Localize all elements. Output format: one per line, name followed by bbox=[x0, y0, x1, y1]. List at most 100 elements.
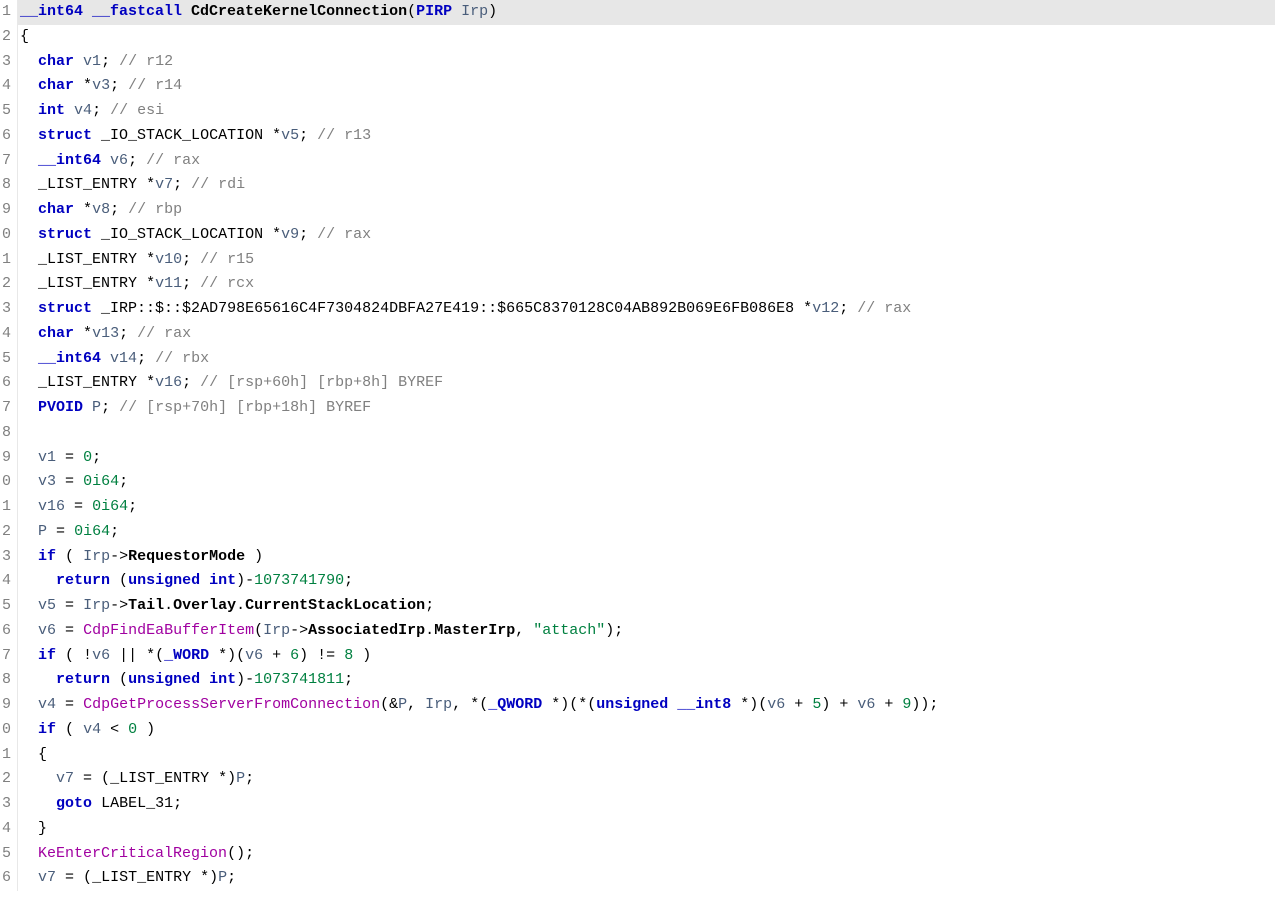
token-punct: *)( bbox=[209, 647, 245, 664]
token-punct: = ( bbox=[74, 770, 110, 787]
token-punct: ; bbox=[119, 325, 137, 342]
token-var: v6 bbox=[92, 647, 110, 664]
token-plain: _IO_STACK_LOCATION bbox=[101, 127, 272, 144]
token-plain bbox=[20, 152, 38, 169]
code-line[interactable]: struct _IRP::$::$2AD798E65616C4F7304824D… bbox=[18, 297, 1275, 322]
token-comment: // rax bbox=[857, 300, 911, 317]
code-line[interactable]: v5 = Irp->Tail.Overlay.CurrentStackLocat… bbox=[18, 594, 1275, 619]
code-line[interactable]: int v4; // esi bbox=[18, 99, 1275, 124]
code-line[interactable]: P = 0i64; bbox=[18, 520, 1275, 545]
code-line[interactable]: { bbox=[18, 743, 1275, 768]
token-var: v16 bbox=[38, 498, 65, 515]
token-num: 0i64 bbox=[74, 523, 110, 540]
token-var: v11 bbox=[155, 275, 182, 292]
code-line[interactable]: _LIST_ENTRY *v10; // r15 bbox=[18, 248, 1275, 273]
token-punct: ; bbox=[101, 53, 119, 70]
code-editor[interactable]: __int64 __fastcall CdCreateKernelConnect… bbox=[18, 0, 1275, 891]
code-line[interactable]: KeEnterCriticalRegion(); bbox=[18, 842, 1275, 867]
line-number: 4 bbox=[0, 817, 13, 842]
code-line[interactable]: __int64 v14; // rbx bbox=[18, 347, 1275, 372]
line-number: 3 bbox=[0, 297, 13, 322]
token-kw: return bbox=[56, 671, 110, 688]
code-line[interactable]: __int64 __fastcall CdCreateKernelConnect… bbox=[18, 0, 1275, 25]
token-punct: ( bbox=[110, 671, 128, 688]
token-comment: // r12 bbox=[119, 53, 173, 70]
token-var: v4 bbox=[38, 696, 56, 713]
token-comment: // r13 bbox=[317, 127, 371, 144]
token-plain bbox=[20, 251, 38, 268]
code-line[interactable]: v3 = 0i64; bbox=[18, 470, 1275, 495]
code-line[interactable]: v4 = CdpGetProcessServerFromConnection(&… bbox=[18, 693, 1275, 718]
code-line[interactable]: { bbox=[18, 25, 1275, 50]
line-number: 2 bbox=[0, 25, 13, 50]
line-number-gutter: 123456789012345678901234567890123456 bbox=[0, 0, 18, 891]
code-line[interactable]: __int64 v6; // rax bbox=[18, 149, 1275, 174]
token-plain bbox=[92, 795, 101, 812]
line-number: 3 bbox=[0, 545, 13, 570]
token-var: v4 bbox=[74, 102, 92, 119]
line-number: 5 bbox=[0, 347, 13, 372]
token-plain bbox=[20, 226, 38, 243]
token-comment: // r14 bbox=[128, 77, 182, 94]
token-punct: } bbox=[20, 820, 47, 837]
token-var: v7 bbox=[155, 176, 173, 193]
code-line[interactable]: goto LABEL_31; bbox=[18, 792, 1275, 817]
token-num: 0 bbox=[83, 449, 92, 466]
token-kw: unsigned int bbox=[128, 572, 236, 589]
line-number: 0 bbox=[0, 470, 13, 495]
token-punct: ) bbox=[236, 572, 245, 589]
token-punct: ( bbox=[110, 572, 128, 589]
code-line[interactable]: struct _IO_STACK_LOCATION *v9; // rax bbox=[18, 223, 1275, 248]
code-line[interactable]: v7 = (_LIST_ENTRY *)P; bbox=[18, 767, 1275, 792]
token-var: Irp bbox=[461, 3, 488, 20]
code-line[interactable]: char *v8; // rbp bbox=[18, 198, 1275, 223]
line-number: 1 bbox=[0, 0, 13, 25]
line-number: 1 bbox=[0, 743, 13, 768]
token-num: 0i64 bbox=[83, 473, 119, 490]
token-kw: __int64 __fastcall bbox=[20, 3, 191, 20]
token-punct: ( ! bbox=[56, 647, 92, 664]
code-line[interactable]: _LIST_ENTRY *v7; // rdi bbox=[18, 173, 1275, 198]
token-punct: ; bbox=[299, 127, 317, 144]
token-punct: ; bbox=[128, 498, 137, 515]
token-kw: _WORD bbox=[164, 647, 209, 664]
token-kw: __int64 bbox=[38, 350, 110, 367]
token-punct: = bbox=[56, 696, 83, 713]
code-line[interactable]: v16 = 0i64; bbox=[18, 495, 1275, 520]
code-line[interactable]: v1 = 0; bbox=[18, 446, 1275, 471]
token-punct: ; bbox=[299, 226, 317, 243]
code-line[interactable]: if ( !v6 || *(_WORD *)(v6 + 6) != 8 ) bbox=[18, 644, 1275, 669]
line-number: 4 bbox=[0, 322, 13, 347]
token-plain bbox=[20, 869, 38, 886]
code-line[interactable]: _LIST_ENTRY *v11; // rcx bbox=[18, 272, 1275, 297]
token-punct: * bbox=[272, 226, 281, 243]
token-punct: *)(*( bbox=[542, 696, 596, 713]
code-line[interactable]: char *v13; // rax bbox=[18, 322, 1275, 347]
token-punct: { bbox=[20, 746, 47, 763]
code-line[interactable]: return (unsigned int)-1073741811; bbox=[18, 668, 1275, 693]
token-punct: ; bbox=[245, 770, 254, 787]
code-line[interactable]: char *v3; // r14 bbox=[18, 74, 1275, 99]
token-var: Irp bbox=[83, 548, 110, 565]
code-line[interactable]: v7 = (_LIST_ENTRY *)P; bbox=[18, 866, 1275, 891]
token-comment: // rax bbox=[317, 226, 371, 243]
code-line[interactable]: if ( v4 < 0 ) bbox=[18, 718, 1275, 743]
token-punct: ; bbox=[101, 399, 119, 416]
code-line[interactable]: v6 = CdpFindEaBufferItem(Irp->Associated… bbox=[18, 619, 1275, 644]
token-punct: * bbox=[83, 77, 92, 94]
token-plain: _LIST_ENTRY bbox=[38, 275, 146, 292]
token-punct: . bbox=[164, 597, 173, 614]
token-kw: unsigned int bbox=[128, 671, 236, 688]
code-line[interactable]: struct _IO_STACK_LOCATION *v5; // r13 bbox=[18, 124, 1275, 149]
token-comment: // r15 bbox=[200, 251, 254, 268]
token-punct: ) bbox=[245, 548, 263, 565]
code-line[interactable]: _LIST_ENTRY *v16; // [rsp+60h] [rbp+8h] … bbox=[18, 371, 1275, 396]
code-line[interactable]: PVOID P; // [rsp+70h] [rbp+18h] BYREF bbox=[18, 396, 1275, 421]
code-line[interactable]: } bbox=[18, 817, 1275, 842]
token-plain bbox=[20, 374, 38, 391]
code-line[interactable]: return (unsigned int)-1073741790; bbox=[18, 569, 1275, 594]
code-line[interactable]: char v1; // r12 bbox=[18, 50, 1275, 75]
code-line[interactable] bbox=[18, 421, 1275, 446]
code-line[interactable]: if ( Irp->RequestorMode ) bbox=[18, 545, 1275, 570]
token-plain: _LIST_ENTRY bbox=[38, 374, 146, 391]
